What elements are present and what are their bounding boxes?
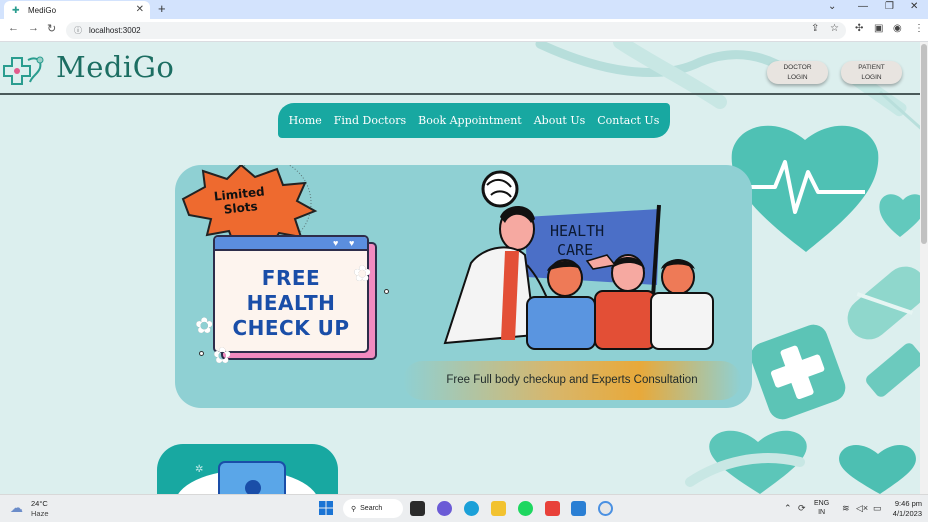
extensions-icon[interactable]: ✣ [855,23,863,34]
minimize-icon[interactable]: — [858,1,868,12]
webpage: MediGo DOCTOR LOGIN PATIENT LOGIN Home F… [0,42,928,494]
wifi-icon[interactable]: ≋ [842,503,850,514]
close-tab-icon[interactable]: ✕ [136,4,144,15]
browser-tabstrip: ✚ MediGo ✕ + ⌄ — ❐ ✕ [0,0,928,19]
flower-icon: ✿ [195,313,214,338]
flower-icon: ✿ [353,261,372,286]
url-text: localhost:3002 [89,26,141,35]
tray-sync-icon[interactable]: ⟳ [798,503,806,514]
anydesk-icon[interactable] [545,501,560,516]
site-info-icon[interactable]: ⓘ [74,25,82,36]
heart-icon: ♥ [333,238,339,248]
taskbar-search-button[interactable]: ⚲ Search [343,499,403,518]
tab-search-icon[interactable]: ⌄ [828,1,836,12]
language-indicator[interactable]: ENG IN [814,499,829,517]
chrome-icon[interactable] [598,501,613,516]
site-logo-text[interactable]: MediGo [56,50,174,84]
header-divider [0,93,920,95]
profile-avatar-icon[interactable]: ◉ [893,23,902,34]
bookmark-star-icon[interactable]: ☆ [830,23,839,34]
maximize-icon[interactable]: ❐ [885,1,894,12]
file-explorer-icon[interactable] [491,501,506,516]
language-code: ENG [814,500,830,507]
tab-title: MediGo [28,5,57,15]
page-scrollbar[interactable] [920,42,928,494]
tray-overflow-icon[interactable]: ⌃ [784,503,792,514]
banner-caption: Free Full body checkup and Experts Consu… [446,374,698,386]
search-icon: ⚲ [351,505,357,513]
browser-menu-icon[interactable]: ⋮ [914,23,924,34]
feature-card-illustration: ✲ [178,461,316,494]
windows-taskbar: ☁ 24°C Haze ⚲ Search ⌃ ⟳ ENG IN ≋ ◁× ▭ 9… [0,494,928,522]
address-bar[interactable]: ⓘ localhost:3002 [66,22,846,39]
patient-login-label-2: LOGIN [861,74,882,81]
patient-login-label-1: PATIENT [858,64,885,71]
hero-banner: HEALTH CARE Limited Slots ♥ ♥ FREE HEALT… [175,165,752,408]
back-icon[interactable]: ← [8,22,19,34]
patient-login-button[interactable]: PATIENT LOGIN [841,61,902,84]
weather-haze-icon[interactable]: ☁ [10,500,23,516]
windows-start-icon[interactable] [319,501,333,515]
headline-line-1: FREE [261,266,321,290]
nav-about-us[interactable]: About Us [534,114,586,127]
new-tab-icon[interactable]: + [158,1,166,16]
nav-home[interactable]: Home [289,114,322,127]
sidebar-icon[interactable]: ▣ [874,23,883,34]
forward-icon[interactable]: → [28,22,39,34]
search-label: Search [360,505,383,512]
close-window-icon[interactable]: ✕ [910,1,918,12]
doctor-login-label-1: DOCTOR [783,64,812,71]
scrollbar-thumb[interactable] [921,44,927,244]
region-code: IN [818,509,826,516]
weather-temperature[interactable]: 24°C [31,499,48,508]
vscode-icon[interactable] [571,501,586,516]
edge-icon[interactable] [464,501,479,516]
flower-icon: ✿ [213,343,232,368]
decor-dot [199,351,204,356]
heart-icon: ♥ [349,238,355,248]
clock-date: 4/1/2023 [892,509,922,518]
free-health-checkup-headline: FREE HEALTH CHECK UP [215,266,367,341]
reload-icon[interactable]: ↻ [47,22,56,35]
site-favicon-icon: ✚ [12,5,20,15]
medigo-logo-icon [3,56,44,85]
doctor-login-button[interactable]: DOCTOR LOGIN [767,61,828,84]
health-sign-line-1: HEALTH [550,222,604,240]
doctor-login-label-2: LOGIN [787,74,808,81]
nav-book-appointment[interactable]: Book Appointment [418,114,522,127]
battery-icon[interactable]: ▭ [873,503,882,514]
health-sign-line-2: CARE [557,241,593,259]
browser-tab[interactable]: ✚ MediGo ✕ [4,1,150,19]
main-navigation: Home Find Doctors Book Appointment About… [278,103,670,138]
spotify-icon[interactable] [518,501,533,516]
headline-card: ♥ ♥ FREE HEALTH CHECK UP [213,235,369,353]
feature-card: ✲ [157,444,338,494]
task-view-icon[interactable] [410,501,425,516]
nav-contact-us[interactable]: Contact Us [597,114,659,127]
browser-toolbar: ← → ↻ ⓘ localhost:3002 ⇪ ☆ ✣ ▣ ◉ ⋮ [0,19,928,42]
headline-line-3: CHECK UP [232,316,350,340]
headline-line-2: HEALTH [246,291,336,315]
decor-dot [384,289,389,294]
system-clock[interactable]: 9:46 pm 4/1/2023 [890,499,922,519]
teams-chat-icon[interactable] [437,501,452,516]
svg-text:✲: ✲ [195,464,203,475]
nav-find-doctors[interactable]: Find Doctors [334,114,406,127]
clock-time: 9:46 pm [894,499,922,508]
share-icon[interactable]: ⇪ [811,23,819,34]
card-title-bar: ♥ ♥ [215,237,367,251]
volume-muted-icon[interactable]: ◁× [856,503,868,514]
weather-description[interactable]: Haze [31,509,49,518]
